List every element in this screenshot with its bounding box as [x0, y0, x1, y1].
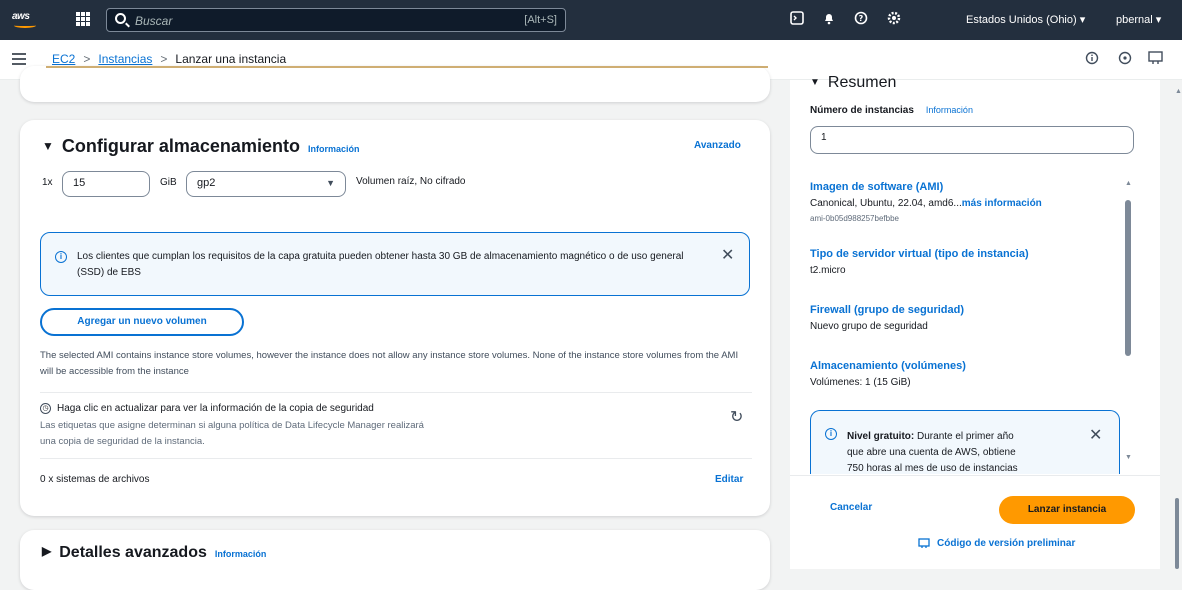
scroll-up-icon: ▲	[1175, 88, 1182, 95]
free-tier-text: Nivel gratuito: Durante el primer año que…	[847, 431, 1018, 474]
services-grid-icon[interactable]	[76, 12, 90, 26]
scroll-up-icon: ▲	[1125, 180, 1132, 187]
storage-title[interactable]: ▼ Configurar almacenamiento Información	[42, 136, 359, 157]
instance-type-value: t2.micro	[810, 265, 846, 276]
page-scrollbar[interactable]: ▲	[1172, 80, 1182, 569]
status-pending-icon: ◷	[40, 403, 51, 414]
close-icon[interactable]: ✕	[1089, 425, 1102, 445]
info-icon: i	[55, 251, 67, 263]
advanced-details-section: ▶ Detalles avanzados Información	[20, 530, 770, 590]
summary-panel: ▼ Resumen Número de instancias Información…	[790, 74, 1160, 569]
search-shortcut: [Alt+S]	[524, 14, 557, 26]
advanced-details-title[interactable]: ▶ Detalles avanzados Información	[42, 544, 266, 562]
preview-code-link[interactable]: Código de versión preliminar	[918, 538, 1075, 549]
storage-value: Volúmenes: 1 (15 GiB)	[810, 377, 911, 388]
add-volume-button[interactable]: Agregar un nuevo volumen	[40, 308, 244, 336]
storage-label[interactable]: Almacenamiento (volúmenes)	[810, 360, 966, 372]
launch-instance-button[interactable]: Lanzar instancia	[999, 496, 1135, 524]
backup-desc-1: Las etiquetas que asigne determinan si a…	[40, 420, 424, 431]
summary-free-tier-alert: i Nivel gratuito: Durante el primer año q…	[810, 410, 1120, 474]
filesystems-count: 0 x sistemas de archivos	[40, 474, 150, 485]
account-menu[interactable]: pbernal ▾	[1116, 13, 1161, 26]
cloudshell-icon[interactable]	[787, 10, 807, 30]
close-icon[interactable]: ✕	[721, 245, 734, 265]
breadcrumb: EC2 > Instancias > Lanzar una instancia	[52, 52, 286, 66]
info-panel-icon[interactable]	[1084, 51, 1100, 67]
region-selector[interactable]: Estados Unidos (Ohio) ▾	[966, 13, 1085, 26]
ami-id: ami-0b05d988257befbbe	[810, 214, 899, 223]
scroll-down-icon: ▼	[1125, 454, 1132, 461]
multiplier-label: 1x	[42, 177, 53, 188]
search-icon	[115, 13, 126, 24]
help-icon[interactable]: ?	[851, 10, 871, 30]
ami-label[interactable]: Imagen de software (AMI)	[810, 181, 943, 193]
refresh-icon[interactable]: ↻	[730, 407, 743, 427]
breadcrumb-ec2[interactable]: EC2	[52, 52, 75, 66]
summary-scrollbar[interactable]: ▲ ▼	[1124, 180, 1132, 465]
advanced-info-link[interactable]: Información	[215, 549, 267, 559]
menu-icon[interactable]	[12, 53, 26, 65]
ami-more-link[interactable]: más información	[962, 198, 1042, 209]
instances-count-input[interactable]: 1	[810, 126, 1134, 154]
free-tier-alert: i Los clientes que cumplan los requisito…	[40, 232, 750, 296]
instance-store-note: The selected AMI contains instance store…	[40, 350, 739, 377]
svg-text:?: ?	[859, 14, 864, 23]
breadcrumb-separator: >	[160, 52, 168, 66]
firewall-label[interactable]: Firewall (grupo de seguridad)	[810, 304, 964, 316]
storage-info-link[interactable]: Información	[308, 144, 360, 154]
backup-desc-2: una copia de seguridad de la instancia.	[40, 436, 205, 447]
top-navigation-bar: aws Buscar [Alt+S] ? Estados Unidos (Ohi…	[0, 0, 1182, 40]
code-icon	[918, 538, 930, 548]
summary-title[interactable]: ▼ Resumen	[810, 74, 896, 92]
cancel-button[interactable]: Cancelar	[830, 502, 872, 513]
edit-link[interactable]: Editar	[715, 474, 743, 485]
bell-icon[interactable]	[819, 10, 839, 30]
settings-icon[interactable]	[884, 10, 904, 30]
collapse-triangle-icon: ▼	[42, 139, 54, 153]
info-icon: i	[825, 428, 837, 440]
firewall-value: Nuevo grupo de seguridad	[810, 321, 928, 332]
chevron-down-icon: ▼	[326, 178, 335, 188]
unit-label: GiB	[160, 177, 177, 188]
code-panel-icon[interactable]	[1148, 51, 1164, 67]
search-input[interactable]: Buscar [Alt+S]	[106, 8, 566, 32]
instances-info-link[interactable]: Información	[926, 105, 973, 115]
divider	[790, 475, 1160, 476]
instance-type-label[interactable]: Tipo de servidor virtual (tipo de instan…	[810, 248, 1029, 260]
aws-logo[interactable]: aws	[12, 11, 40, 29]
search-placeholder: Buscar	[135, 14, 173, 28]
free-tier-alert-text: Los clientes que cumplan los requisitos …	[77, 251, 684, 278]
advanced-link[interactable]: Avanzado	[694, 140, 741, 151]
backup-title: ◷ Haga clic en actualizar para ver la inf…	[40, 403, 374, 414]
breadcrumb-separator: >	[83, 52, 91, 66]
scrollbar-thumb[interactable]	[1125, 200, 1131, 356]
divider	[40, 392, 752, 393]
expand-triangle-icon: ▶	[42, 544, 52, 558]
breadcrumb-instancias[interactable]: Instancias	[98, 52, 152, 66]
volume-size-input[interactable]: 15	[62, 171, 150, 197]
previous-section-card	[20, 66, 770, 102]
collapse-triangle-icon: ▼	[810, 77, 820, 88]
instances-label: Número de instancias Información	[810, 105, 973, 116]
recent-icon[interactable]	[1117, 51, 1133, 67]
breadcrumb-current: Lanzar una instancia	[175, 52, 287, 66]
ami-value: Canonical, Ubuntu, 22.04, amd6...más inf…	[810, 198, 1042, 209]
divider	[40, 458, 752, 459]
volume-type-select[interactable]: gp2 ▼	[186, 171, 346, 197]
volume-description: Volumen raíz, No cifrado	[356, 176, 466, 187]
storage-section: ▼ Configurar almacenamiento Información Av…	[20, 120, 770, 516]
scrollbar-thumb[interactable]	[1175, 498, 1179, 569]
